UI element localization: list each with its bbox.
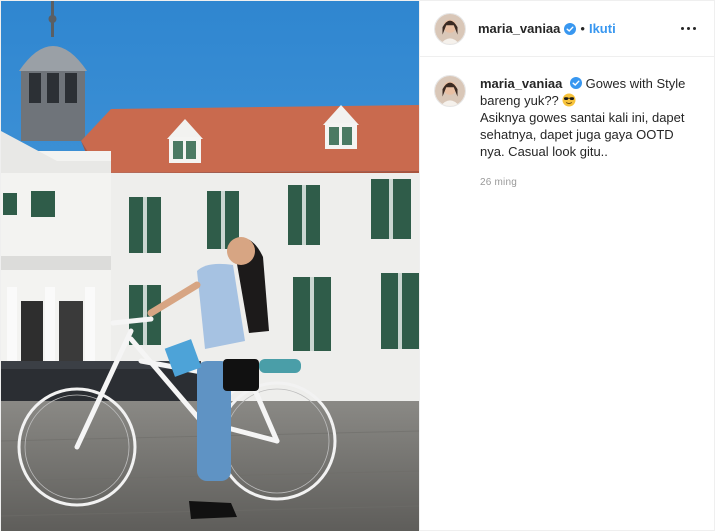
- more-dot: [687, 27, 690, 30]
- caption-first-line: maria_vaniaa Gowes with Style bareng yuk…: [480, 75, 700, 109]
- caption-body: Asiknya gowes santai kali ini, dapet seh…: [480, 110, 685, 159]
- post-side-panel: maria_vaniaa • Ikuti maria_vaniaa Gowes …: [419, 1, 714, 531]
- avatar[interactable]: [434, 12, 466, 45]
- bicycle-photo-image: [1, 1, 419, 531]
- sunglasses-emoji-icon: [562, 93, 576, 107]
- more-options-icon[interactable]: [677, 23, 700, 34]
- post-timestamp[interactable]: 26 ming: [480, 174, 700, 191]
- caption-text: maria_vaniaa Gowes with Style bareng yuk…: [480, 75, 700, 191]
- verified-badge-icon: [564, 22, 577, 35]
- username-link[interactable]: maria_vaniaa: [478, 21, 560, 36]
- caption-avatar[interactable]: [434, 75, 466, 107]
- caption-username-link[interactable]: maria_vaniaa: [480, 76, 562, 91]
- follow-button[interactable]: Ikuti: [589, 21, 616, 36]
- verified-badge-icon: [570, 77, 583, 89]
- profile-photo-icon: [435, 76, 465, 106]
- more-dot: [681, 27, 684, 30]
- post-photo[interactable]: [1, 1, 419, 531]
- more-dot: [693, 27, 696, 30]
- profile-photo-icon: [435, 13, 465, 44]
- separator-dot: •: [580, 21, 585, 36]
- post-header: maria_vaniaa • Ikuti: [420, 1, 714, 57]
- instagram-post: maria_vaniaa • Ikuti maria_vaniaa Gowes …: [0, 0, 715, 531]
- caption-comment: maria_vaniaa Gowes with Style bareng yuk…: [420, 57, 714, 191]
